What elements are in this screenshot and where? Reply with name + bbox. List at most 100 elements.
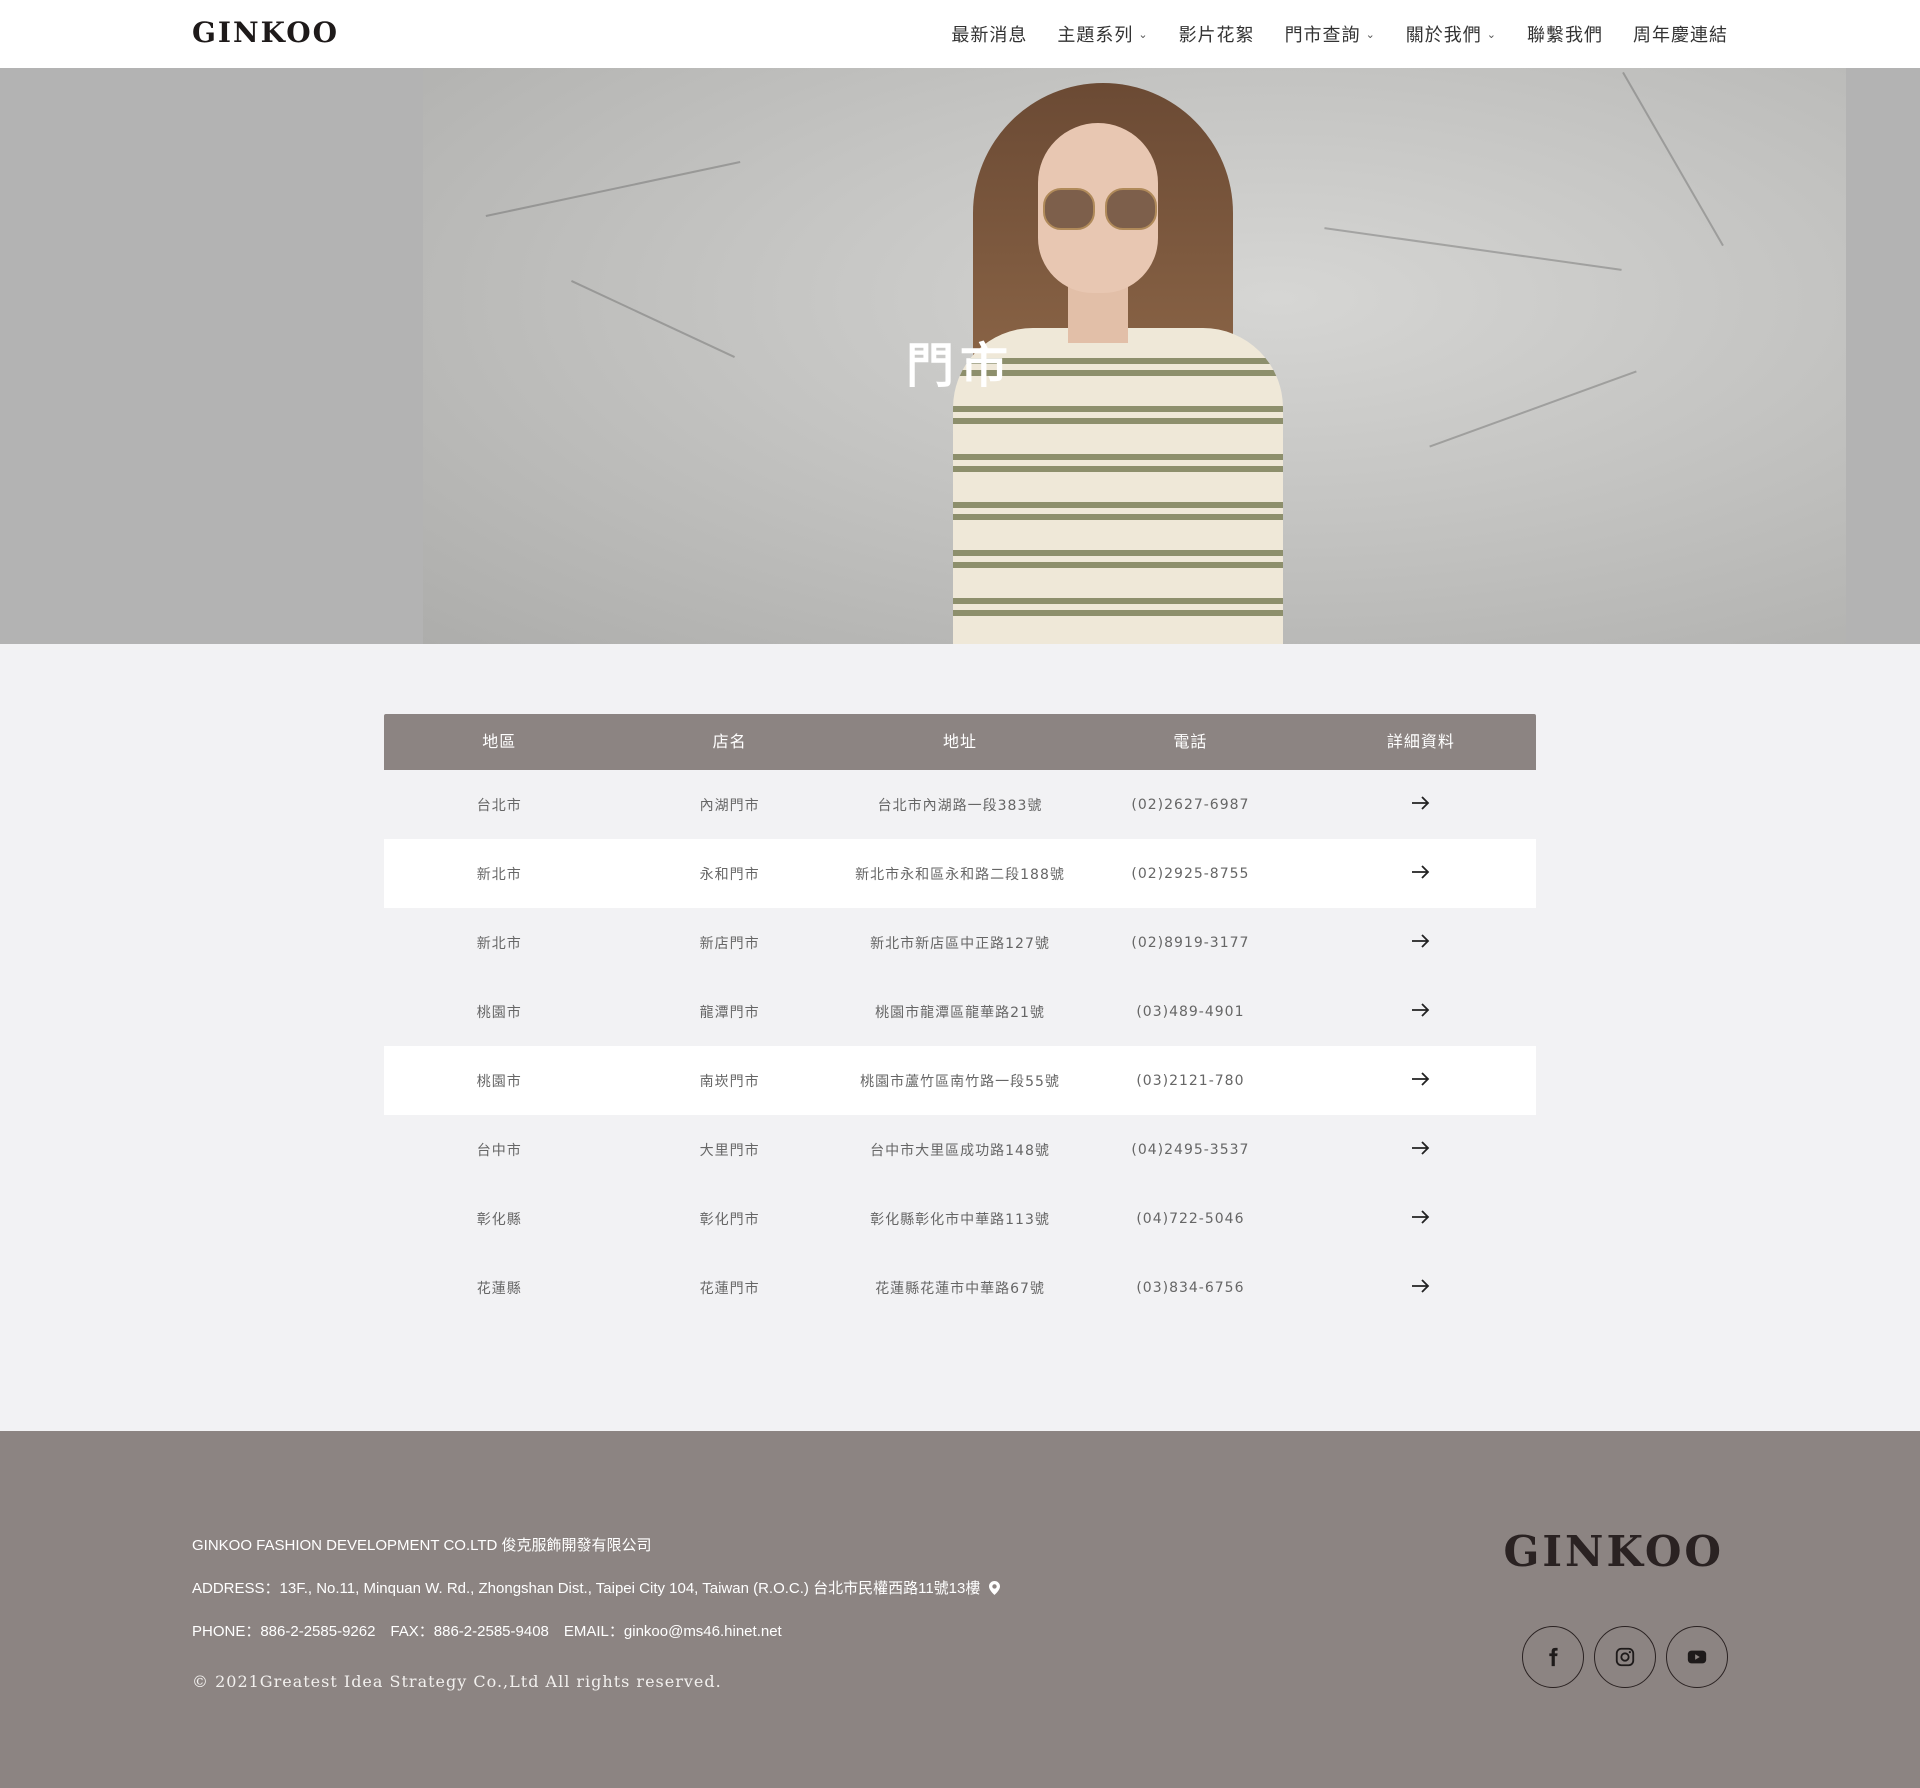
cell-name: 內湖門市 <box>699 797 760 814</box>
arrow-right-icon[interactable] <box>1411 1206 1431 1231</box>
nav-item-3[interactable]: 門市查詢 ⌄ <box>1285 21 1376 47</box>
cell-region: 彰化縣 <box>476 1211 522 1228</box>
header-address: 地址 <box>943 732 978 751</box>
main-nav: 最新消息 主題系列 ⌄ 影片花絮 門市查詢 ⌄ 關於我們 ⌄ 聯繫我們 周年慶連結 <box>921 0 1728 68</box>
nav-item-label: 最新消息 <box>951 25 1028 46</box>
detail-cell <box>1306 1206 1536 1231</box>
table-row: 彰化縣 彰化門市 彰化縣彰化市中華路113號 (04)722-5046 <box>384 1184 1536 1253</box>
nav-item-label: 主題系列 <box>1057 25 1134 46</box>
chevron-down-icon[interactable]: ⌄ <box>1366 28 1376 41</box>
footer-company: GINKOO FASHION DEVELOPMENT CO.LTD 俊克服飾開發… <box>192 1537 652 1554</box>
footer-address-text: ADDRESS：13F., No.11, Minquan W. Rd., Zho… <box>192 1580 981 1597</box>
chevron-down-icon[interactable]: ⌄ <box>1138 28 1148 41</box>
cell-address: 台中市大里區成功路148號 <box>870 1142 1050 1159</box>
detail-cell <box>1306 1275 1536 1300</box>
cell-name: 新店門市 <box>699 935 760 952</box>
detail-cell <box>1306 861 1536 886</box>
store-table: 地區 店名 地址 電話 詳細資料 台北市 內湖門市 台北市內湖路一段383號 (02)… <box>384 714 1536 1322</box>
cell-name: 大里門市 <box>699 1142 760 1159</box>
cell-region: 新北市 <box>476 866 522 883</box>
cell-phone: (03)834-6756 <box>1136 1279 1245 1296</box>
nav-item-0[interactable]: 最新消息 <box>951 21 1027 47</box>
table-row: 新北市 永和門市 新北市永和區永和路二段188號 (02)2925-8755 <box>384 839 1536 908</box>
hero-banner: 門市 <box>0 68 1920 644</box>
nav-item-1[interactable]: 主題系列 ⌄ <box>1057 21 1148 47</box>
nav-item-5[interactable]: 聯繫我們 <box>1527 21 1603 47</box>
cell-region: 新北市 <box>476 935 522 952</box>
detail-cell <box>1306 1068 1536 1093</box>
nav-item-label: 影片花絮 <box>1178 25 1255 46</box>
map-pin-icon <box>988 1581 1000 1599</box>
header-name: 店名 <box>712 732 747 751</box>
cell-name: 龍潭門市 <box>699 1004 760 1021</box>
cell-address: 台北市內湖路一段383號 <box>877 797 1043 814</box>
nav-item-4[interactable]: 關於我們 ⌄ <box>1406 21 1497 47</box>
table-row: 台北市 內湖門市 台北市內湖路一段383號 (02)2627-6987 <box>384 770 1536 839</box>
wall-crack <box>1622 71 1724 247</box>
detail-cell <box>1306 930 1536 955</box>
arrow-right-icon[interactable] <box>1411 1275 1431 1300</box>
header-details: 詳細資料 <box>1386 732 1455 751</box>
cell-name: 彰化門市 <box>699 1211 760 1228</box>
cell-phone: (02)8919-3177 <box>1131 934 1250 951</box>
cell-phone: (02)2627-6987 <box>1131 796 1250 813</box>
footer-logo: GINKOO <box>1503 1527 1724 1576</box>
arrow-right-icon[interactable] <box>1411 999 1431 1024</box>
cell-region: 花蓮縣 <box>476 1280 522 1297</box>
cell-address: 新北市永和區永和路二段188號 <box>855 866 1065 883</box>
site-footer: GINKOO FASHION DEVELOPMENT CO.LTD 俊克服飾開發… <box>0 1431 1920 1788</box>
table-row: 桃園市 龍潭門市 桃園市龍潭區龍華路21號 (03)489-4901 <box>384 977 1536 1046</box>
cell-address: 桃園市蘆竹區南竹路一段55號 <box>860 1073 1060 1090</box>
header-phone: 電話 <box>1173 732 1208 751</box>
cell-address: 桃園市龍潭區龍華路21號 <box>875 1004 1045 1021</box>
detail-cell <box>1306 792 1536 817</box>
footer-address: ADDRESS：13F., No.11, Minquan W. Rd., Zho… <box>192 1577 1000 1599</box>
header-region: 地區 <box>482 732 517 751</box>
footer-contact: PHONE：886-2-2585-9262 FAX：886-2-2585-940… <box>192 1623 782 1640</box>
cell-phone: (03)2121-780 <box>1136 1072 1245 1089</box>
detail-cell <box>1306 1137 1536 1162</box>
table-row: 桃園市 南崁門市 桃園市蘆竹區南竹路一段55號 (03)2121-780 <box>384 1046 1536 1115</box>
cell-region: 台北市 <box>476 797 522 814</box>
nav-item-label: 門市查詢 <box>1284 25 1361 46</box>
cell-region: 台中市 <box>476 1142 522 1159</box>
facebook-icon[interactable] <box>1522 1626 1584 1688</box>
youtube-icon[interactable] <box>1666 1626 1728 1688</box>
site-logo[interactable]: GINKOO <box>192 16 339 49</box>
nav-item-label: 關於我們 <box>1405 25 1482 46</box>
cell-name: 花蓮門市 <box>699 1280 760 1297</box>
nav-item-2[interactable]: 影片花絮 <box>1179 21 1255 47</box>
arrow-right-icon[interactable] <box>1411 1137 1431 1162</box>
arrow-right-icon[interactable] <box>1411 792 1431 817</box>
nav-item-label: 周年慶連結 <box>1633 25 1728 46</box>
social-links <box>1512 1626 1728 1688</box>
cell-phone: (04)2495-3537 <box>1131 1141 1250 1158</box>
arrow-right-icon[interactable] <box>1411 1068 1431 1093</box>
cell-region: 桃園市 <box>476 1004 522 1021</box>
wall-crack <box>485 160 741 218</box>
cell-phone: (03)489-4901 <box>1136 1003 1245 1020</box>
detail-cell <box>1306 999 1536 1024</box>
instagram-icon[interactable] <box>1594 1626 1656 1688</box>
footer-copyright: © 2021Greatest Idea Strategy Co.,Ltd All… <box>192 1672 722 1691</box>
arrow-right-icon[interactable] <box>1411 930 1431 955</box>
cell-name: 永和門市 <box>699 866 760 883</box>
cell-name: 南崁門市 <box>699 1073 760 1090</box>
table-row: 花蓮縣 花蓮門市 花蓮縣花蓮市中華路67號 (03)834-6756 <box>384 1253 1536 1322</box>
chevron-down-icon[interactable]: ⌄ <box>1487 28 1497 41</box>
arrow-right-icon[interactable] <box>1411 861 1431 886</box>
cell-address: 花蓮縣花蓮市中華路67號 <box>875 1280 1045 1297</box>
cell-region: 桃園市 <box>476 1073 522 1090</box>
cell-phone: (04)722-5046 <box>1136 1210 1245 1227</box>
cell-phone: (02)2925-8755 <box>1131 865 1250 882</box>
page-title: 門市 <box>905 338 1014 394</box>
site-header: GINKOO 最新消息 主題系列 ⌄ 影片花絮 門市查詢 ⌄ 關於我們 ⌄ 聯繫我們 周年慶連結 <box>0 0 1920 68</box>
cell-address: 彰化縣彰化市中華路113號 <box>870 1211 1050 1228</box>
nav-item-label: 聯繫我們 <box>1527 25 1603 46</box>
table-row: 新北市 新店門市 新北市新店區中正路127號 (02)8919-3177 <box>384 908 1536 977</box>
table-row: 台中市 大里門市 台中市大里區成功路148號 (04)2495-3537 <box>384 1115 1536 1184</box>
wall-crack <box>1324 227 1622 271</box>
cell-address: 新北市新店區中正路127號 <box>870 935 1050 952</box>
nav-item-6[interactable]: 周年慶連結 <box>1633 21 1728 47</box>
table-header: 地區 店名 地址 電話 詳細資料 <box>384 714 1536 770</box>
